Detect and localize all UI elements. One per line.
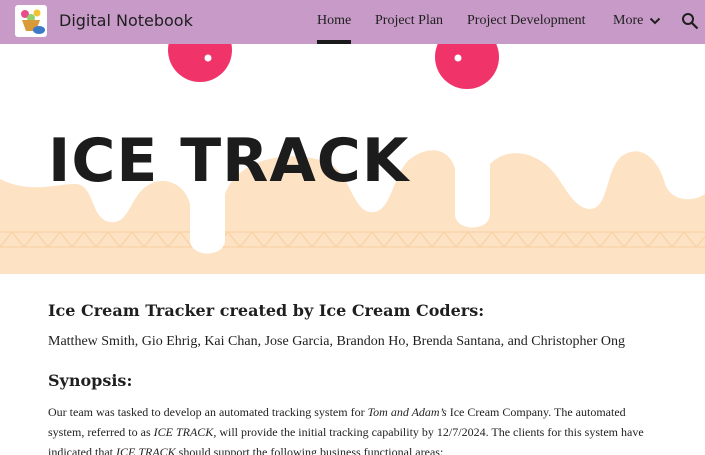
system-name-2: ICE TRACK xyxy=(115,445,176,455)
synopsis-heading: Synopsis: xyxy=(48,371,133,390)
hero-banner: ICE TRACK xyxy=(0,44,705,274)
site-logo[interactable] xyxy=(15,5,47,37)
nav-home[interactable]: Home xyxy=(317,13,352,44)
site-title[interactable]: Digital Notebook xyxy=(59,11,193,30)
synopsis-text-4: should support the following business fu… xyxy=(175,445,444,455)
tracker-heading: Ice Cream Tracker created by Ice Cream C… xyxy=(48,301,485,320)
top-navigation-bar: Digital Notebook Home Project Plan Proje… xyxy=(0,0,705,44)
nav-more[interactable]: More xyxy=(613,13,643,44)
team-members: Matthew Smith, Gio Ehrig, Kai Chan, Jose… xyxy=(48,334,626,349)
hero-title: ICE TRACK xyxy=(48,126,410,196)
company-name: Tom and Adam’s xyxy=(367,405,447,419)
chevron-down-icon[interactable] xyxy=(649,16,661,26)
system-name: ICE TRACK, xyxy=(153,425,217,439)
nav-project-development[interactable]: Project Development xyxy=(467,13,586,44)
synopsis-paragraph: Our team was tasked to develop an automa… xyxy=(48,402,658,455)
nav-project-plan[interactable]: Project Plan xyxy=(375,13,443,44)
search-icon[interactable] xyxy=(681,12,699,30)
synopsis-text-1: Our team was tasked to develop an automa… xyxy=(48,405,368,419)
